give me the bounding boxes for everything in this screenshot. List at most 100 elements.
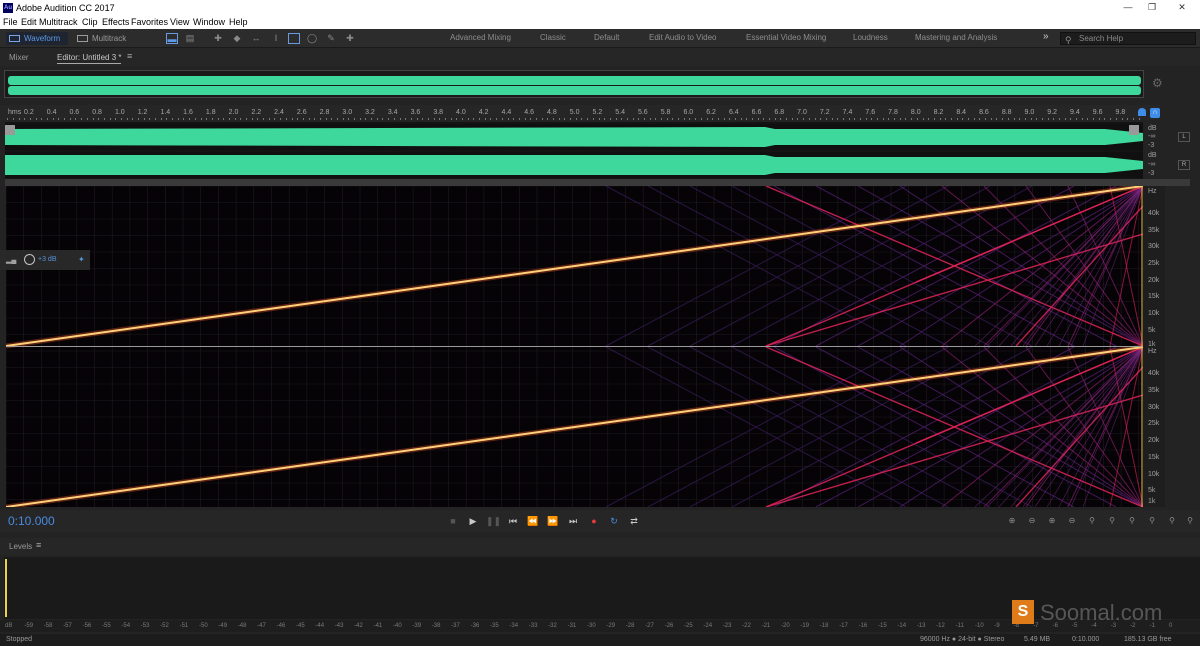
pause-button[interactable]: ❚❚ <box>486 514 501 528</box>
zoom-in-time-icon[interactable]: ⊕ <box>1046 515 1058 527</box>
zoom-out-time-icon[interactable]: ⊖ <box>1066 515 1078 527</box>
zoom-to-selection-icon[interactable]: ⚲ <box>1106 515 1118 527</box>
menu-edit[interactable]: Edit <box>21 17 37 27</box>
skip-selection-button[interactable]: ⇄ <box>627 514 641 528</box>
level-scale-label: dB <box>5 623 13 629</box>
timeline-ruler[interactable]: hms 0.2 0.4 0.6 0.8 1.0 1.2 1.4 1.6 1.8 2.0 2.2 2.4… <box>0 105 1160 120</box>
menu-clip[interactable]: Clip <box>82 17 98 27</box>
ruler-tick <box>160 118 162 120</box>
snap-toggle-icon[interactable]: ∩ <box>1150 108 1160 118</box>
zoom-selection-left-icon[interactable]: ⚲ <box>1126 515 1138 527</box>
zoom-out-amplitude-icon[interactable]: ⊖ <box>1026 515 1038 527</box>
level-scale-label: -19 <box>800 623 810 629</box>
marquee-tool-icon[interactable] <box>288 33 300 44</box>
waveform-display[interactable] <box>5 122 1143 179</box>
hz-label: 5k <box>1148 327 1156 334</box>
level-scale-label: -34 <box>509 623 519 629</box>
workspace-loudness[interactable]: Loudness <box>853 33 888 42</box>
tab-editor[interactable]: Editor: Untitled 3 * <box>57 53 122 64</box>
zoom-selection-right-icon[interactable]: ⚲ <box>1146 515 1158 527</box>
search-help-input[interactable]: ⚲ Search Help <box>1060 32 1196 45</box>
levels-label[interactable]: Levels <box>9 542 32 551</box>
move-to-next-button[interactable]: ⏭ <box>566 514 580 528</box>
menu-window[interactable]: Window <box>193 17 225 27</box>
zoom-in-amplitude-icon[interactable]: ⊕ <box>1006 515 1018 527</box>
workspace-advanced-mixing[interactable]: Advanced Mixing <box>450 33 511 42</box>
ruler-tick-label: 0.8 <box>92 109 102 116</box>
move-to-previous-button[interactable]: ⏮ <box>506 514 520 528</box>
ruler-tick <box>336 118 338 120</box>
workspace-default[interactable]: Default <box>594 33 619 42</box>
ruler-tick <box>882 118 884 120</box>
maximize-icon[interactable]: ❐ <box>1142 2 1162 14</box>
workspace-edit-audio-to-video[interactable]: Edit Audio to Video <box>649 33 716 42</box>
hud-gain-control[interactable]: ▂▄ +3 dB ✦ <box>0 250 90 270</box>
stop-button[interactable]: ■ <box>446 514 460 528</box>
view-splitter[interactable] <box>5 179 1190 186</box>
menu-view[interactable]: View <box>170 17 189 27</box>
time-display[interactable]: 0:10.000 <box>8 514 55 528</box>
brush-tool-icon[interactable]: ✎ <box>325 33 337 44</box>
level-scale-label: -40 <box>393 623 402 629</box>
slip-tool-icon[interactable]: ↔ <box>250 33 262 44</box>
menu-file[interactable]: File <box>3 17 18 27</box>
zoom-out-full-icon[interactable]: ⚲ <box>1086 515 1098 527</box>
level-scale-label: -39 <box>412 623 422 629</box>
workspace-overflow-button[interactable]: » <box>1043 31 1049 42</box>
ruler-tick <box>848 118 850 120</box>
ruler-tick <box>285 118 287 120</box>
ruler-tick <box>803 118 805 120</box>
menu-effects[interactable]: Effects <box>102 17 129 27</box>
ruler-tick-label: 5.0 <box>569 109 580 116</box>
overview-waveform[interactable] <box>4 70 1144 98</box>
ruler-tick <box>41 118 43 120</box>
panel-menu-icon[interactable]: ≡ <box>127 51 132 61</box>
rewind-button[interactable]: ⏪ <box>526 514 540 528</box>
fan-line <box>1010 186 1143 347</box>
fast-forward-button[interactable]: ⏩ <box>546 514 560 528</box>
lasso-tool-icon[interactable]: ◯ <box>306 33 318 44</box>
waveform-view-icon[interactable]: ▬ <box>166 33 178 44</box>
ruler-tick <box>1081 118 1083 120</box>
zoom-out-edge-icon[interactable]: ⚲ <box>1184 515 1196 527</box>
close-icon[interactable]: ✕ <box>1172 2 1192 14</box>
menu-favorites[interactable]: Favorites <box>131 17 168 27</box>
multitrack-mode-button[interactable]: Multitrack <box>74 32 136 45</box>
spot-healing-tool-icon[interactable]: ✚ <box>344 33 356 44</box>
playhead-handle[interactable] <box>1138 108 1146 116</box>
menu-help[interactable]: Help <box>229 17 248 27</box>
ruler-tick <box>820 118 822 120</box>
workspace-essential-video-mixing[interactable]: Essential Video Mixing <box>746 33 826 42</box>
ruler-tick <box>541 118 543 120</box>
record-button[interactable]: ● <box>587 514 601 528</box>
channel-left-toggle[interactable]: L <box>1178 132 1190 142</box>
move-tool-icon[interactable]: ✚ <box>212 33 224 44</box>
waveform-mode-button[interactable]: Waveform <box>6 32 68 45</box>
level-scale-label: -21 <box>761 623 771 629</box>
level-scale-label: 0 <box>1169 623 1173 629</box>
menu-multitrack[interactable]: Multitrack <box>39 17 78 27</box>
level-scale-label: -51 <box>179 623 189 629</box>
ruler-tick <box>405 118 407 120</box>
workspace-mastering-and-analysis[interactable]: Mastering and Analysis <box>915 33 997 42</box>
loop-playback-button[interactable]: ↻ <box>607 514 621 528</box>
ruler-tick <box>626 118 628 120</box>
levels-menu-icon[interactable]: ≡ <box>36 540 41 550</box>
spectral-frequency-display[interactable] <box>6 186 1143 507</box>
ruler-tick <box>916 118 918 120</box>
ruler-tick-label: 8.0 <box>910 109 921 116</box>
workspace-classic[interactable]: Classic <box>540 33 566 42</box>
razor-tool-icon[interactable]: ◆ <box>231 33 243 44</box>
level-scale-label: -52 <box>160 623 169 629</box>
play-button[interactable]: ▶ <box>466 514 480 528</box>
zoom-navigator-icon[interactable]: ⚙ <box>1152 76 1163 90</box>
tab-mixer[interactable]: Mixer <box>9 53 29 62</box>
minimize-icon[interactable]: — <box>1118 2 1138 14</box>
ruler-tick-label: 2.2 <box>251 109 262 116</box>
spectral-view-icon[interactable]: ▤ <box>184 33 196 44</box>
zoom-in-edge-icon[interactable]: ⚲ <box>1166 515 1178 527</box>
pin-icon[interactable]: ✦ <box>78 255 85 264</box>
gain-knob[interactable] <box>24 254 35 265</box>
channel-right-toggle[interactable]: R <box>1178 160 1190 170</box>
time-selection-tool-icon[interactable]: I <box>270 33 282 44</box>
